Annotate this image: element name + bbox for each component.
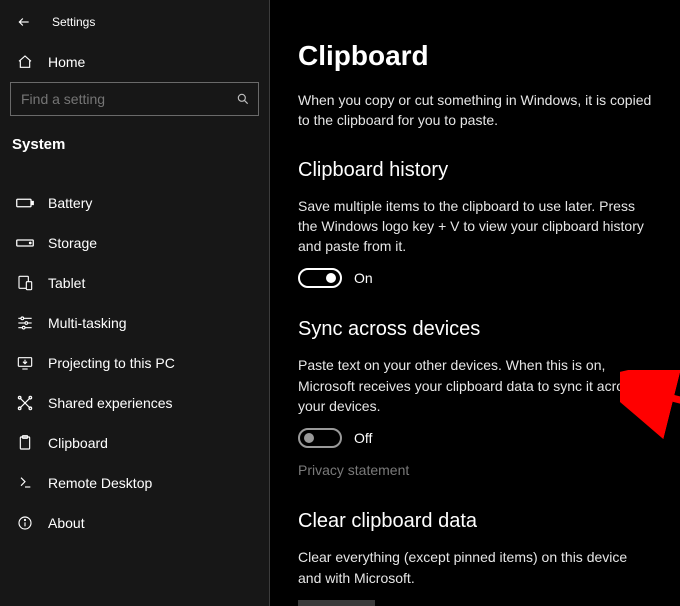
about-icon <box>16 515 34 531</box>
category-label: System <box>0 126 269 173</box>
clear-body: Clear everything (except pinned items) o… <box>298 547 652 588</box>
search-container <box>0 82 269 126</box>
search-input[interactable] <box>21 91 224 107</box>
sync-toggle[interactable] <box>298 428 342 448</box>
titlebar: Settings <box>0 10 269 42</box>
sync-heading: Sync across devices <box>298 318 652 341</box>
section-clear: Clear clipboard data Clear everything (e… <box>298 510 652 606</box>
history-body: Save multiple items to the clipboard to … <box>298 196 652 257</box>
section-sync: Sync across devices Paste text on your o… <box>298 318 652 480</box>
page-intro: When you copy or cut something in Window… <box>298 90 652 131</box>
search-icon <box>236 83 250 115</box>
sidebar-item-storage[interactable]: Storage <box>0 223 269 263</box>
sidebar-item-label: Projecting to this PC <box>48 355 175 371</box>
sidebar-item-tablet[interactable]: Tablet <box>0 263 269 303</box>
home-icon <box>16 54 34 70</box>
sidebar-item-label: Battery <box>48 195 92 211</box>
search-box[interactable] <box>10 82 259 116</box>
section-history: Clipboard history Save multiple items to… <box>298 159 652 289</box>
back-button[interactable] <box>12 10 36 34</box>
sidebar-item-remote[interactable]: Remote Desktop <box>0 463 269 503</box>
app-title: Settings <box>52 15 95 29</box>
privacy-link[interactable]: Privacy statement <box>298 462 409 478</box>
clear-heading: Clear clipboard data <box>298 510 652 533</box>
main-content: Clipboard When you copy or cut something… <box>270 0 680 606</box>
sync-toggle-row: Off <box>298 428 652 448</box>
history-heading: Clipboard history <box>298 159 652 182</box>
sidebar-item-label: Tablet <box>48 275 85 291</box>
sidebar-item-label: Shared experiences <box>48 395 173 411</box>
clear-button[interactable]: Clear <box>298 600 375 606</box>
history-toggle[interactable] <box>298 268 342 288</box>
remote-icon <box>16 475 34 491</box>
sidebar-item-label: Storage <box>48 235 97 251</box>
sidebar-item-label: Multi-tasking <box>48 315 127 331</box>
tablet-icon <box>16 275 34 291</box>
history-toggle-label: On <box>354 270 373 286</box>
sidebar-item-projecting[interactable]: Projecting to this PC <box>0 343 269 383</box>
sidebar-item-label: About <box>48 515 85 531</box>
home-label: Home <box>48 54 85 70</box>
sidebar-item-about[interactable]: About <box>0 503 269 543</box>
sidebar-item-clipboard[interactable]: Clipboard <box>0 423 269 463</box>
settings-window: Settings Home System Battery <box>0 0 680 606</box>
sidebar-item-battery[interactable]: Battery <box>0 183 269 223</box>
sync-toggle-label: Off <box>354 430 372 446</box>
sidebar: Settings Home System Battery <box>0 0 270 606</box>
projecting-icon <box>16 355 34 371</box>
sidebar-item-multitasking[interactable]: Multi-tasking <box>0 303 269 343</box>
shared-icon <box>16 395 34 411</box>
home-link[interactable]: Home <box>0 42 269 82</box>
sync-body: Paste text on your other devices. When t… <box>298 355 652 416</box>
sidebar-item-label: Remote Desktop <box>48 475 152 491</box>
page-title: Clipboard <box>298 40 652 72</box>
sidebar-item-shared[interactable]: Shared experiences <box>0 383 269 423</box>
multitasking-icon <box>16 315 34 331</box>
history-toggle-row: On <box>298 268 652 288</box>
battery-icon <box>16 197 34 209</box>
sidebar-item-label: Clipboard <box>48 435 108 451</box>
clipboard-icon <box>16 435 34 451</box>
nav-list: Battery Storage Tablet Multi-tasking <box>0 183 269 543</box>
storage-icon <box>16 237 34 249</box>
